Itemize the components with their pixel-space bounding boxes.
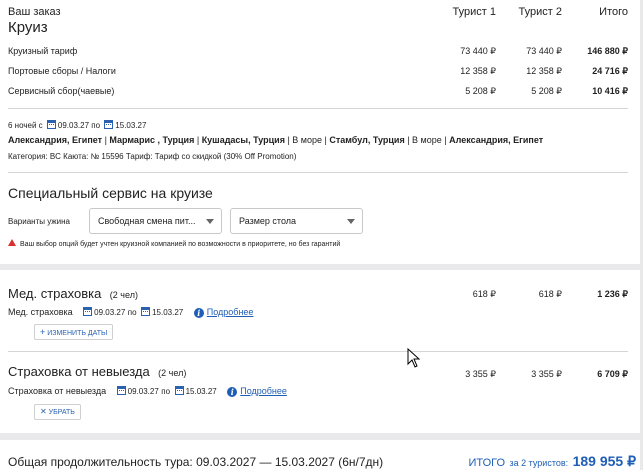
- col-header-tourist1: Турист 1: [452, 6, 496, 18]
- med-date-from: 09.03.27: [94, 308, 126, 317]
- cancel-insurance-row: Страховка от невыезда 09.03.27 по 15.03.…: [8, 386, 287, 397]
- dinner-select[interactable]: Свободная смена пит...: [89, 208, 222, 234]
- route-port: Александрия, Египет: [8, 135, 103, 145]
- change-dates-label: ИЗМЕНИТЬ ДАТЫ: [47, 330, 108, 337]
- price-row-total: 146 880 ₽: [587, 46, 628, 56]
- grand-total: ИТОГО за 2 туристов: 189 955 ₽: [468, 453, 636, 470]
- route-port: Кушадасы, Турция: [201, 135, 285, 145]
- info-icon: i: [227, 387, 238, 397]
- price-row-label: Круизный тариф: [8, 46, 78, 56]
- med-insurance-row: Мед. страховка 09.03.27 по 15.03.27 i Под…: [8, 307, 253, 318]
- dinner-select-value: Свободная смена пит...: [98, 216, 196, 226]
- cruise-date-from: 09.03.27: [57, 121, 90, 130]
- plus-icon: +: [40, 327, 46, 337]
- med-date-to: 15.03.27: [152, 308, 184, 317]
- remove-button[interactable]: ✕ УБРАТЬ: [34, 404, 81, 420]
- route-separator: | В море |: [404, 135, 450, 145]
- remove-label: УБРАТЬ: [48, 409, 75, 416]
- cancel-date-from: 09.03.27: [127, 387, 159, 396]
- route-separator: | В море |: [284, 135, 330, 145]
- price-row-label: Сервисный сбор(чаевые): [8, 86, 115, 96]
- price-row-t2: 5 208 ₽: [531, 86, 562, 96]
- order-title: Ваш заказ: [8, 6, 61, 18]
- route-separator: |: [194, 135, 202, 145]
- divider: [8, 172, 628, 173]
- col-header-tourist2: Турист 2: [518, 6, 562, 18]
- price-row-t2: 73 440 ₽: [526, 46, 562, 56]
- summary-card: Общая продолжительность тура: 09.03.2027…: [0, 440, 640, 470]
- price-row-total: 10 416 ₽: [592, 86, 628, 96]
- calendar-icon: [141, 307, 151, 316]
- divider: [8, 351, 628, 352]
- med-more-link[interactable]: Подробнее: [207, 307, 254, 317]
- cancel-insurance-persons: (2 чел): [158, 368, 187, 378]
- med-insurance-heading: Мед. страховка (2 чел): [8, 285, 138, 303]
- price-row-t1: 12 358 ₽: [460, 66, 496, 76]
- calendar-icon: [174, 386, 184, 395]
- chevron-down-icon: [206, 219, 214, 224]
- info-icon: i: [193, 308, 204, 318]
- cruise-dates: 6 ночей с 09.03.27 по 15.03.27: [8, 120, 146, 130]
- insurance-card: Мед. страховка (2 чел) 618 ₽ 618 ₽ 1 236…: [0, 270, 640, 433]
- price-row-t1: 5 208 ₽: [465, 86, 496, 96]
- col-header-total: Итого: [599, 6, 628, 18]
- table-size-select[interactable]: Размер стола: [230, 208, 363, 234]
- cruise-by: по: [91, 121, 101, 130]
- warning-icon: [8, 239, 16, 246]
- cancel-date-to: 15.03.27: [185, 387, 217, 396]
- cruise-route: Александрия, Египет | Мармарис , Турция …: [8, 135, 543, 145]
- warning-text: Ваш выбор опций будет учтен круизной ком…: [20, 241, 341, 248]
- total-label: ИТОГО: [468, 457, 506, 469]
- cancel-insurance-t2: 3 355 ₽: [531, 369, 562, 379]
- route-port: Стамбул, Турция: [329, 135, 405, 145]
- order-card: Ваш заказ Круиз Турист 1 Турист 2 Итого …: [0, 0, 640, 264]
- calendar-icon: [116, 386, 126, 395]
- divider: [8, 108, 628, 109]
- special-service-title: Специальный сервис на круизе: [8, 185, 213, 201]
- cancel-insurance-item-label: Страховка от невыезда: [8, 386, 107, 396]
- mouse-cursor-icon: [407, 348, 421, 368]
- price-row-t2: 12 358 ₽: [526, 66, 562, 76]
- price-row-t1: 73 440 ₽: [460, 46, 496, 56]
- med-insurance-item-label: Мед. страховка: [8, 307, 73, 317]
- med-insurance-total: 1 236 ₽: [597, 289, 628, 299]
- med-insurance-title: Мед. страховка: [8, 286, 102, 301]
- order-subtitle: Круиз: [8, 19, 48, 36]
- price-row-label: Портовые сборы / Налоги: [8, 66, 116, 76]
- close-icon: ✕: [40, 407, 47, 416]
- cruise-details: Категория: BC Каюта: № 15596 Тариф: Тари…: [8, 152, 297, 161]
- route-port: Александрия, Египет: [449, 135, 544, 145]
- total-for-tourists: за 2 туристов:: [509, 458, 569, 468]
- cancel-by: по: [161, 387, 171, 396]
- calendar-icon: [104, 120, 114, 129]
- med-insurance-t2: 618 ₽: [538, 289, 562, 299]
- cancel-more-link[interactable]: Подробнее: [240, 386, 287, 396]
- calendar-icon: [46, 120, 56, 129]
- price-row-total: 24 716 ₽: [592, 66, 628, 76]
- calendar-icon: [83, 307, 93, 316]
- cancel-insurance-t1: 3 355 ₽: [465, 369, 496, 379]
- change-dates-button[interactable]: + ИЗМЕНИТЬ ДАТЫ: [34, 324, 114, 340]
- route-port: Мармарис , Турция: [109, 135, 195, 145]
- med-insurance-t1: 618 ₽: [472, 289, 496, 299]
- chevron-down-icon: [347, 219, 355, 224]
- cancel-insurance-title: Страховка от невыезда: [8, 364, 150, 379]
- cruise-date-to: 15.03.27: [115, 121, 147, 130]
- cancel-insurance-total: 6 709 ₽: [597, 369, 628, 379]
- med-by: по: [127, 308, 137, 317]
- table-size-select-value: Размер стола: [239, 216, 297, 226]
- dinner-label: Варианты ужина: [8, 217, 70, 226]
- med-insurance-persons: (2 чел): [109, 290, 138, 300]
- cancel-insurance-heading: Страховка от невыезда (2 чел): [8, 363, 186, 381]
- total-value: 189 955 ₽: [572, 453, 636, 469]
- cruise-nights: 6 ночей с: [8, 121, 43, 130]
- tour-duration: Общая продолжительность тура: 09.03.2027…: [8, 455, 384, 469]
- warning-note: Ваш выбор опций будет учтен круизной ком…: [8, 239, 340, 248]
